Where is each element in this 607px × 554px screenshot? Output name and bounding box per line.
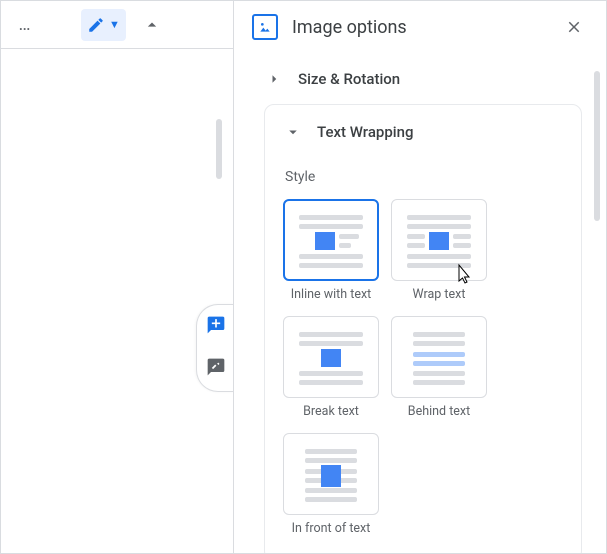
wrap-option-front[interactable] bbox=[283, 433, 379, 515]
wrap-option-break-label: Break text bbox=[303, 404, 359, 419]
side-rail bbox=[196, 304, 234, 392]
wrap-option-behind[interactable] bbox=[391, 316, 487, 398]
image-icon bbox=[252, 14, 278, 40]
wrap-option-front-label: In front of text bbox=[292, 521, 371, 536]
wrap-option-behind-label: Behind text bbox=[408, 404, 470, 419]
wrap-option-wrap-label: Wrap text bbox=[413, 287, 466, 302]
section-title-text-wrapping: Text Wrapping bbox=[317, 123, 413, 141]
wrap-option-inline-label: Inline with text bbox=[291, 287, 372, 302]
panel-title: Image options bbox=[292, 17, 407, 38]
style-label: Style bbox=[285, 169, 563, 185]
collapse-up-button[interactable] bbox=[134, 7, 170, 43]
section-title-size-rotation: Size & Rotation bbox=[298, 70, 400, 88]
editing-mode-button[interactable]: ▼ bbox=[81, 9, 126, 41]
image-options-panel: Image options Size & Rotation Text Wrapp… bbox=[233, 1, 606, 553]
panel-scrollbar[interactable] bbox=[594, 71, 600, 221]
chevron-down-icon bbox=[283, 123, 303, 141]
section-head-text-wrapping[interactable]: Text Wrapping bbox=[283, 123, 563, 157]
wrap-option-inline[interactable] bbox=[283, 199, 379, 281]
overflow-menu-icon[interactable]: … bbox=[9, 14, 41, 35]
chevron-right-icon bbox=[264, 70, 284, 88]
add-comment-icon[interactable] bbox=[206, 315, 226, 339]
wrap-option-break[interactable] bbox=[283, 316, 379, 398]
close-button[interactable] bbox=[558, 11, 590, 43]
caret-down-icon: ▼ bbox=[109, 18, 120, 31]
section-size-rotation[interactable]: Size & Rotation bbox=[264, 54, 582, 104]
cursor-icon bbox=[453, 263, 475, 285]
section-text-wrapping: Text Wrapping Style bbox=[264, 104, 582, 553]
pencil-icon bbox=[87, 16, 105, 34]
document-scrollbar[interactable] bbox=[216, 119, 222, 179]
suggest-edits-icon[interactable] bbox=[206, 357, 226, 381]
